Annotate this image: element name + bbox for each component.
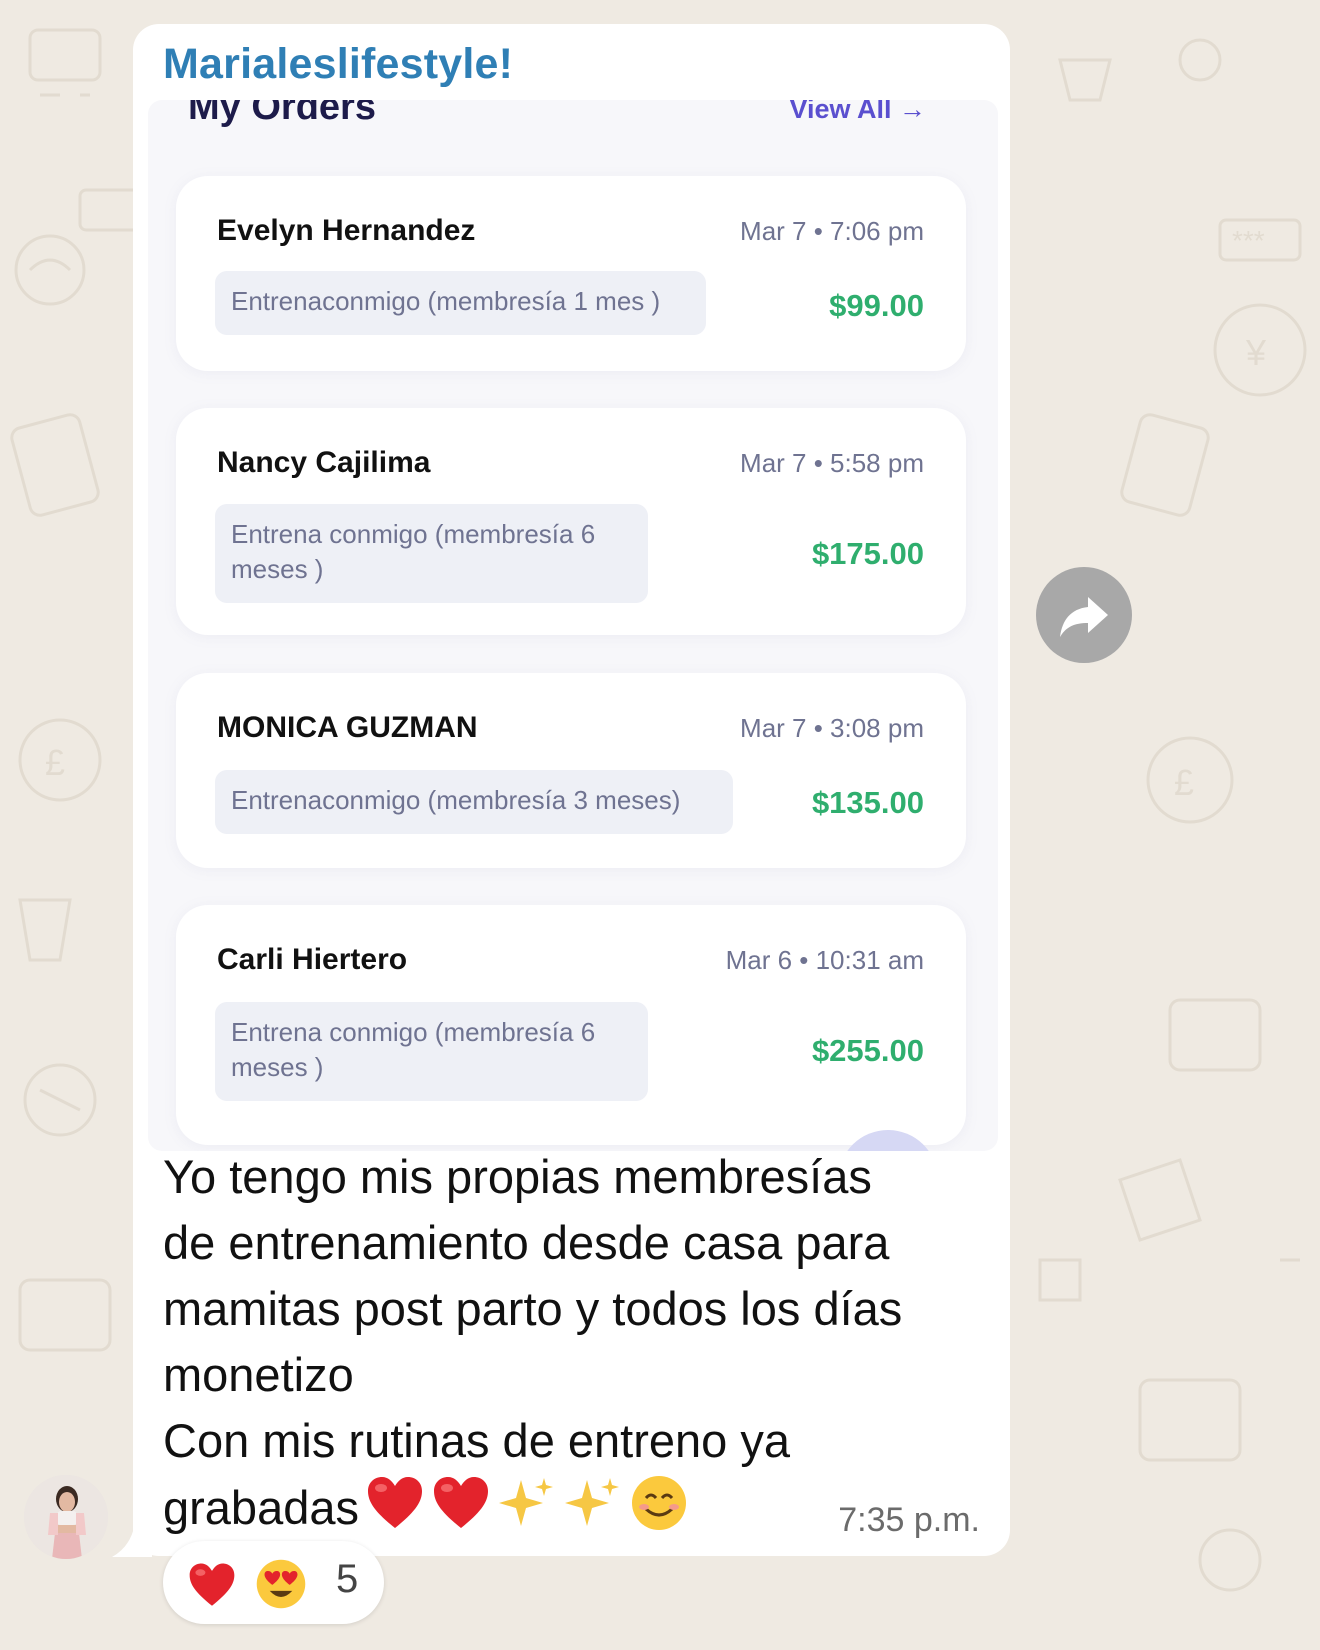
sparkles-icon <box>563 1474 623 1549</box>
order-card[interactable]: Nancy Cajilima Mar 7 • 5:58 pm Entrena c… <box>176 408 966 635</box>
reactions-pill[interactable]: 5 <box>163 1541 384 1624</box>
message-text: Yo tengo mis propias membresías de entre… <box>163 1144 983 1549</box>
message-bubble[interactable]: Marialeslifestyle! My Orders View All → … <box>133 24 1010 1556</box>
svg-text:£: £ <box>45 742 65 783</box>
order-date: Mar 7 • 5:58 pm <box>740 448 924 478</box>
red-heart-icon <box>187 1561 237 1614</box>
reaction-count: 5 <box>336 1557 359 1601</box>
message-line: monetizo <box>163 1348 354 1401</box>
smiling-face-icon <box>629 1474 689 1549</box>
forward-button[interactable] <box>1036 567 1132 663</box>
message-time: 7:35 p.m. <box>838 1501 980 1539</box>
sender-avatar[interactable] <box>24 1475 108 1559</box>
order-price: $255.00 <box>811 1033 924 1068</box>
order-date: Mar 6 • 10:31 am <box>725 945 924 975</box>
message-line: grabadas <box>163 1481 359 1534</box>
order-date: Mar 7 • 3:08 pm <box>740 713 924 743</box>
order-price: $99.00 <box>829 288 924 323</box>
svg-text:¥: ¥ <box>1245 332 1267 373</box>
order-product: Entrenaconmigo (membresía 3 meses) <box>215 770 733 834</box>
red-heart-icon <box>365 1474 425 1549</box>
message-line: mamitas post parto y todos los días <box>163 1282 903 1335</box>
order-product: Entrena conmigo (membresía 6 meses ) <box>215 504 648 603</box>
order-card[interactable]: Carli Hiertero Mar 6 • 10:31 am Entrena … <box>176 905 966 1145</box>
attached-screenshot[interactable]: My Orders View All → Evelyn Hernandez Ma… <box>148 100 998 1151</box>
heart-eyes-face-icon <box>255 1558 307 1615</box>
order-card[interactable]: MONICA GUZMAN Mar 7 • 3:08 pm Entrenacon… <box>176 673 966 868</box>
message-line: de entrenamiento desde casa para <box>163 1216 890 1269</box>
order-product: Entrena conmigo (membresía 6 meses ) <box>215 1002 648 1101</box>
orders-title: My Orders <box>188 100 376 128</box>
bubble-tail <box>112 1515 152 1557</box>
message-line: Yo tengo mis propias membresías <box>163 1150 872 1203</box>
message-line: Con mis rutinas de entreno ya <box>163 1414 790 1467</box>
order-product: Entrenaconmigo (membresía 1 mes ) <box>215 271 706 335</box>
svg-text:£: £ <box>1174 762 1194 803</box>
sparkles-icon <box>497 1474 557 1549</box>
order-customer: Nancy Cajilima <box>217 446 431 479</box>
order-customer: Carli Hiertero <box>217 943 408 976</box>
view-all-link[interactable]: View All → <box>789 100 926 125</box>
order-price: $175.00 <box>811 536 924 571</box>
order-price: $135.00 <box>811 785 924 820</box>
order-customer: MONICA GUZMAN <box>217 711 478 744</box>
red-heart-icon <box>431 1474 491 1549</box>
order-date: Mar 7 • 7:06 pm <box>740 216 924 246</box>
forward-icon <box>1060 597 1108 637</box>
order-customer: Evelyn Hernandez <box>217 214 476 247</box>
svg-text:***: *** <box>1232 225 1265 256</box>
sender-name[interactable]: Marialeslifestyle! <box>163 40 513 89</box>
order-card[interactable]: Evelyn Hernandez Mar 7 • 7:06 pm Entrena… <box>176 176 966 371</box>
